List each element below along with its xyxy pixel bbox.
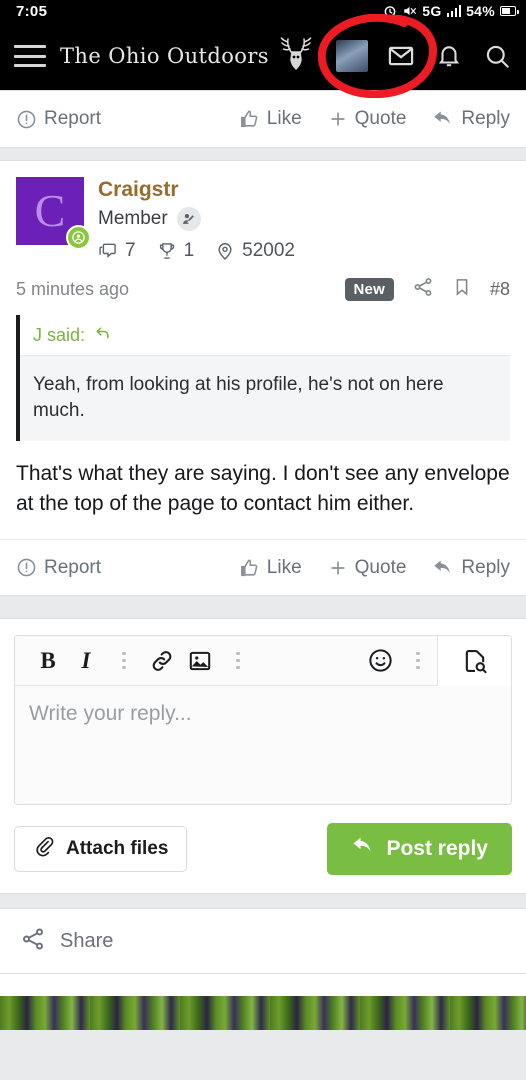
- reply-arrow-icon: [351, 834, 375, 864]
- status-time: 7:05: [16, 2, 48, 20]
- like-label: Like: [266, 556, 302, 578]
- italic-button[interactable]: I: [67, 636, 105, 686]
- more-options-icon[interactable]: [105, 636, 143, 686]
- paperclip-icon: [33, 835, 55, 863]
- report-label: Report: [44, 556, 102, 578]
- quote-label: Quote: [354, 556, 407, 578]
- avatar[interactable]: C: [16, 177, 91, 250]
- more-options-icon[interactable]: [219, 636, 257, 686]
- quote-text: Yeah, from looking at his profile, he's …: [20, 355, 510, 442]
- post-timestamp[interactable]: 5 minutes ago: [16, 279, 129, 300]
- quote-label: Quote: [354, 108, 407, 129]
- alarm-icon: [383, 4, 397, 18]
- quote-author: J said:: [33, 325, 86, 346]
- reply-arrow-icon[interactable]: [94, 324, 112, 347]
- edit-profile-icon[interactable]: [176, 207, 201, 232]
- preview-icon[interactable]: [437, 636, 511, 686]
- share-row[interactable]: Share: [0, 908, 526, 975]
- like-button[interactable]: Like: [238, 557, 302, 579]
- reply-label: Reply: [461, 108, 510, 129]
- section-gap: [0, 894, 526, 909]
- app-navbar: The Ohio Outdoors: [0, 22, 526, 90]
- attach-files-label: Attach files: [66, 838, 169, 860]
- post-meta: 5 minutes ago New #8: [0, 262, 526, 315]
- report-button[interactable]: Report: [16, 557, 101, 579]
- post-header: C Craigstr Member 7 1 52002: [0, 161, 526, 262]
- envelope-icon[interactable]: [386, 41, 416, 71]
- share-label: Share: [60, 929, 114, 952]
- post-number[interactable]: #8: [490, 279, 510, 300]
- magnifier-icon[interactable]: [482, 41, 512, 71]
- stat-value: 7: [125, 240, 136, 262]
- reply-label: Reply: [461, 556, 510, 578]
- post-body-text: That's what they are saying. I don't see…: [16, 462, 510, 516]
- mobile-screen: 7:05 5G 54% The Ohio Outdoors Report Lik…: [0, 0, 526, 1080]
- signal-bars-icon: [446, 5, 462, 17]
- share-icon[interactable]: [412, 276, 434, 303]
- stat-value: 1: [183, 240, 195, 262]
- stat-value: 52002: [242, 240, 295, 262]
- section-gap: [0, 596, 526, 619]
- quote-button-top[interactable]: Quote: [328, 108, 407, 130]
- user-avatar[interactable]: [336, 40, 368, 72]
- post-reply-button[interactable]: Post reply: [327, 823, 512, 876]
- post-author-role: Member: [98, 208, 168, 230]
- reply-editor: B I Write your reply... Attach files Pos…: [0, 618, 526, 895]
- page-filler: [0, 974, 526, 997]
- post-author-stats: 7 1 52002: [98, 240, 510, 262]
- editor-actions: Attach files Post reply: [14, 823, 512, 876]
- quote-header[interactable]: J said:: [20, 315, 510, 356]
- avatar-letter: C: [34, 185, 66, 236]
- report-label: Report: [44, 108, 102, 129]
- more-options-icon[interactable]: [399, 636, 437, 686]
- hamburger-menu-icon[interactable]: [14, 45, 46, 67]
- bottom-banner-image: [0, 996, 526, 1031]
- stat-location: 52002: [215, 240, 295, 262]
- stat-messages: 7: [98, 240, 136, 262]
- stat-trophies: 1: [157, 240, 195, 262]
- deer-antler-skull-logo: [275, 36, 317, 77]
- like-label: Like: [266, 108, 302, 129]
- quote-button[interactable]: Quote: [328, 556, 407, 579]
- online-status-icon: [66, 225, 91, 250]
- bold-button[interactable]: B: [29, 636, 67, 686]
- site-title: The Ohio Outdoors: [60, 44, 269, 68]
- site-brand[interactable]: The Ohio Outdoors: [60, 36, 336, 77]
- battery-icon: [500, 6, 519, 16]
- editor-toolbar: B I: [15, 636, 511, 687]
- reply-input[interactable]: Write your reply...: [15, 686, 511, 805]
- bookmark-icon[interactable]: [452, 276, 472, 303]
- post-card: C Craigstr Member 7 1 52002 5 minutes ag…: [0, 160, 526, 597]
- image-icon[interactable]: [181, 636, 219, 686]
- mute-icon: [402, 4, 417, 18]
- like-button-top[interactable]: Like: [238, 108, 302, 130]
- post-author-name[interactable]: Craigstr: [98, 178, 510, 202]
- attach-files-button[interactable]: Attach files: [14, 826, 188, 873]
- link-icon[interactable]: [143, 636, 181, 686]
- post-reply-label: Post reply: [386, 837, 488, 861]
- quote-block: J said: Yeah, from looking at his profil…: [16, 315, 510, 442]
- editor-box: B I Write your reply...: [14, 635, 512, 806]
- status-indicators: 5G 54%: [383, 3, 519, 19]
- network-type-label: 5G: [422, 3, 442, 19]
- share-icon[interactable]: [20, 926, 46, 957]
- post-actionbar: Report Like Quote Reply: [0, 539, 526, 595]
- smiley-icon[interactable]: [361, 636, 399, 686]
- reply-button-top[interactable]: Reply: [432, 108, 510, 130]
- previous-post-actionbar: Report Like Quote Reply: [0, 90, 526, 148]
- battery-percent-label: 54%: [466, 3, 495, 19]
- reply-button[interactable]: Reply: [432, 557, 510, 579]
- new-badge: New: [344, 278, 394, 302]
- navbar-icons: [336, 40, 512, 72]
- section-gap: [0, 148, 526, 160]
- status-bar: 7:05 5G 54%: [0, 0, 526, 22]
- bell-icon[interactable]: [434, 41, 464, 71]
- report-button-top[interactable]: Report: [16, 108, 101, 130]
